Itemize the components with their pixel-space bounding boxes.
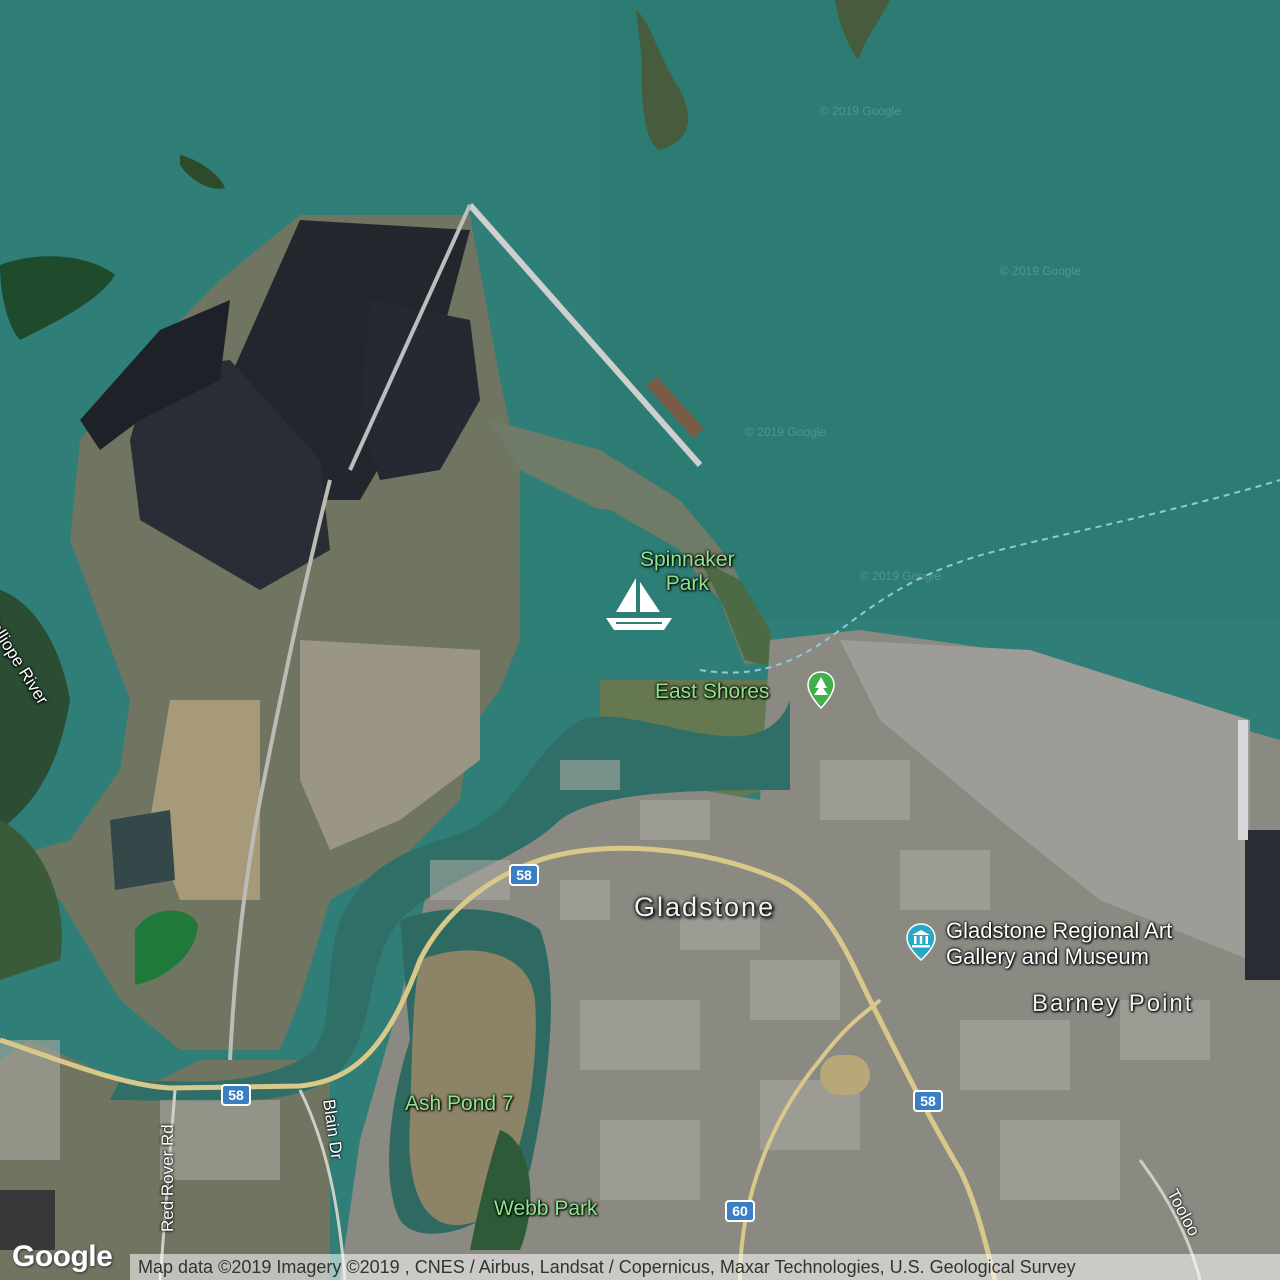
map-attribution: Map data ©2019 Imagery ©2019 , CNES / Ai… [130,1254,1280,1280]
east-wharf [1238,720,1248,840]
route-60-shield: 60 [725,1200,755,1222]
route-58-shield: 58 [913,1090,943,1112]
satellite-map[interactable] [0,0,1280,1280]
google-logo[interactable]: Google [12,1240,113,1274]
watermark: © 2019 Google [1000,264,1081,278]
coal-yard-east [1245,830,1280,980]
gladstone-town-label: Gladstone [634,892,776,922]
route-58-shield: 58 [221,1084,251,1106]
route-58-shield: 58 [509,864,539,886]
museum-pin-icon[interactable] [905,922,937,962]
barney-point-label: Barney Point [1032,990,1194,1017]
ash-pond-label[interactable]: Ash Pond 7 [405,1092,514,1116]
watermark: © 2019 Google [820,104,901,118]
art-gallery-label[interactable]: Gladstone Regional Art Gallery and Museu… [946,918,1172,970]
east-shores-label[interactable]: East Shores [655,680,769,704]
sports-oval [820,1055,870,1095]
tree-pin-icon[interactable] [806,670,836,710]
red-rover-rd-label: Red Rover Rd [158,1124,177,1232]
spinnaker-park-label[interactable]: Spinnaker Park [640,548,735,596]
watermark: © 2019 Google [745,425,826,439]
webb-park-label[interactable]: Webb Park [494,1197,598,1221]
settling-ponds [110,810,175,890]
watermark: © 2019 Google [860,569,941,583]
